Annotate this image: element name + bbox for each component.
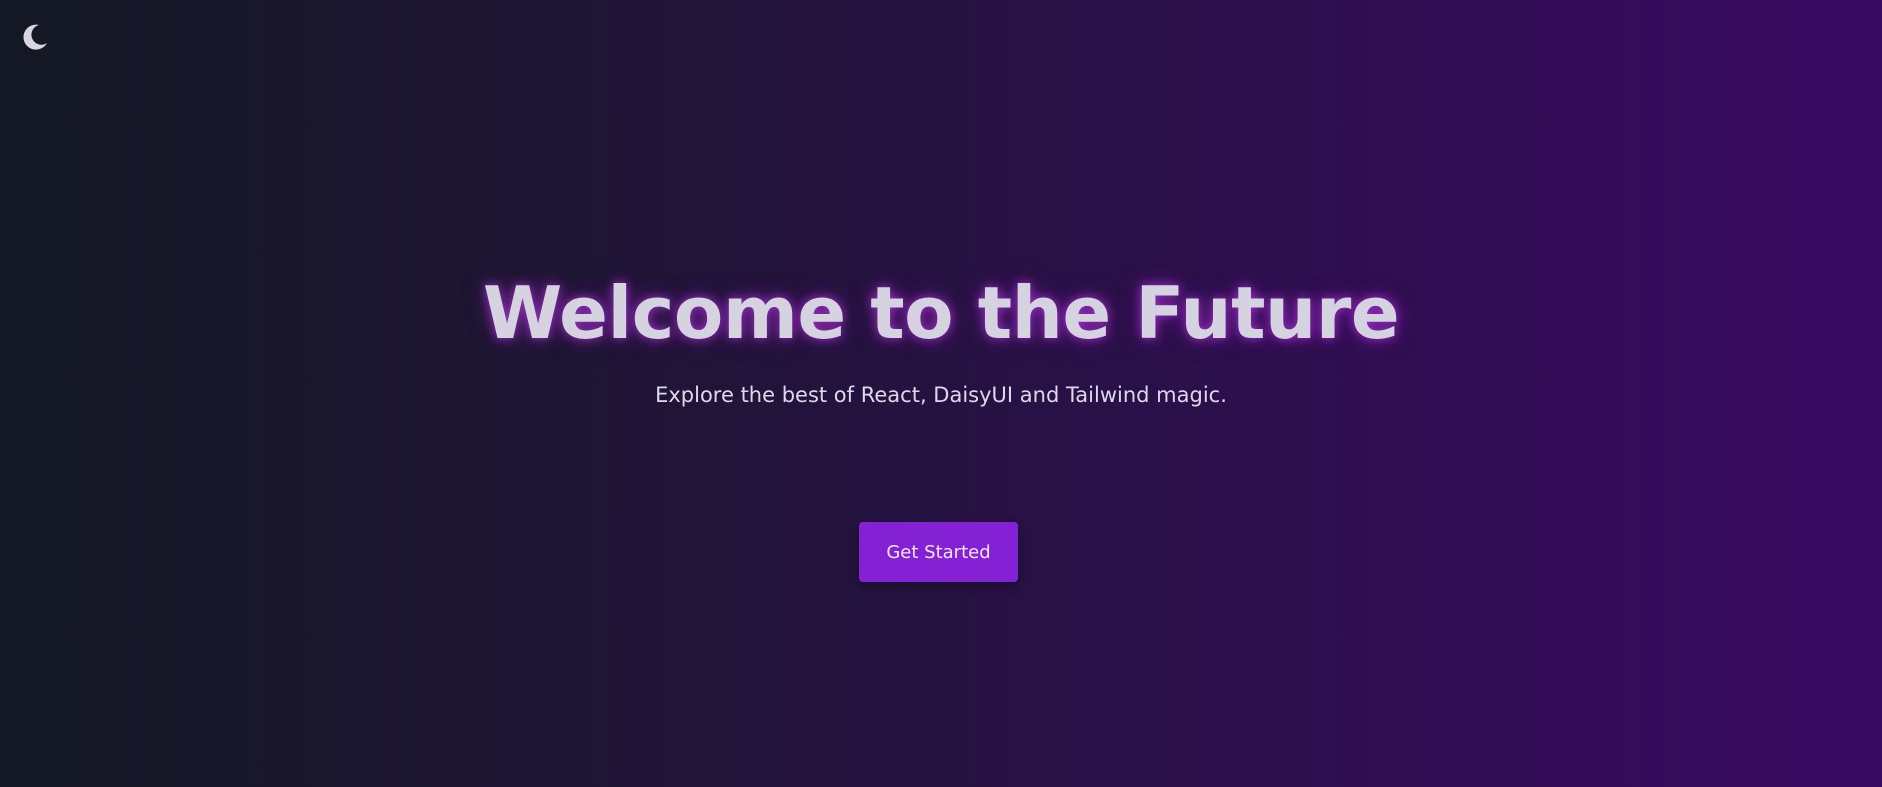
hero-subtitle: Explore the best of React, DaisyUI and T…	[655, 383, 1227, 407]
get-started-button[interactable]: Get Started	[859, 522, 1018, 582]
hero-section: Welcome to the Future Explore the best o…	[0, 0, 1882, 787]
hero-title: Welcome to the Future	[482, 271, 1400, 355]
